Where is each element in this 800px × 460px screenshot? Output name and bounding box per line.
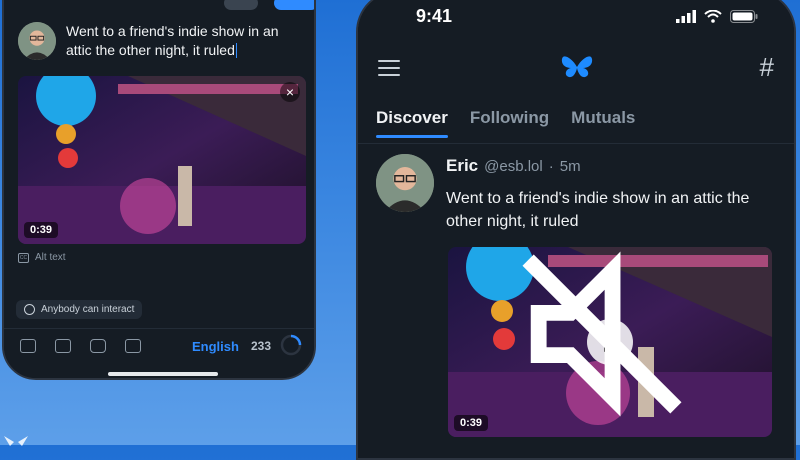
hashtag-icon[interactable]: # — [760, 52, 774, 83]
tab-mutuals[interactable]: Mutuals — [571, 108, 635, 138]
home-indicator — [108, 372, 218, 376]
globe-icon — [24, 304, 35, 315]
remove-media-button[interactable]: × — [280, 82, 300, 102]
film-icon[interactable] — [55, 339, 71, 353]
post-text: Went to a friend's indie show in an atti… — [446, 190, 750, 230]
compose-text-value: Went to a friend's indie show in an atti… — [66, 23, 279, 58]
post-time: 5m — [559, 158, 581, 175]
feed-tabs: Discover Following Mutuals — [376, 108, 635, 138]
video-duration: 0:39 — [24, 222, 59, 238]
composer-toolbar: English 233 — [4, 328, 314, 369]
tab-divider — [358, 143, 794, 144]
battery-icon — [730, 10, 758, 23]
concert-photo — [18, 76, 306, 244]
language-selector[interactable]: English — [192, 339, 239, 354]
composer-phone: Went to a friend's indie show in an atti… — [2, 0, 316, 380]
meta-separator: · — [548, 158, 554, 175]
alt-text-button[interactable]: CC Alt text — [18, 252, 66, 263]
butterfly-watermark-icon — [4, 436, 28, 446]
interaction-settings-button[interactable]: Anybody can interact — [16, 300, 143, 319]
status-icons — [676, 10, 758, 23]
menu-icon[interactable] — [378, 60, 400, 76]
alt-text-label: Alt text — [35, 252, 66, 263]
mute-icon[interactable] — [448, 247, 764, 429]
photo-icon[interactable] — [20, 339, 36, 353]
composer-screen: Went to a friend's indie show in an atti… — [4, 0, 314, 378]
status-bar: 9:41 — [358, 4, 794, 30]
post-button[interactable] — [274, 0, 314, 10]
cc-icon: CC — [18, 252, 29, 263]
feed-phone: 9:41 # Discover Following Mutuals Eric @… — [356, 0, 796, 460]
attached-video[interactable]: 0:39 × — [18, 76, 306, 244]
post-avatar[interactable] — [376, 154, 434, 212]
feed-header: # — [358, 42, 794, 92]
tab-discover[interactable]: Discover — [376, 108, 448, 138]
tab-following[interactable]: Following — [470, 108, 549, 138]
camera-icon[interactable] — [90, 339, 106, 353]
post-author[interactable]: Eric — [446, 156, 478, 176]
signal-icon — [676, 10, 696, 23]
text-caret — [235, 43, 237, 58]
butterfly-logo-icon — [561, 56, 593, 78]
post-meta: Eric @esb.lol · 5m — [446, 156, 581, 176]
post-video[interactable]: 0:39 — [448, 247, 772, 437]
top-control — [224, 0, 258, 10]
post-handle[interactable]: @esb.lol — [484, 158, 543, 175]
feed-screen: 9:41 # Discover Following Mutuals Eric @… — [358, 0, 794, 458]
char-progress-ring — [280, 334, 302, 356]
char-count: 233 — [251, 339, 272, 353]
avatar — [18, 22, 56, 60]
gif-icon[interactable] — [125, 339, 141, 353]
status-clock: 9:41 — [416, 6, 453, 26]
wifi-icon — [704, 10, 722, 23]
interaction-label: Anybody can interact — [41, 304, 135, 315]
compose-text[interactable]: Went to a friend's indie show in an atti… — [66, 22, 306, 60]
